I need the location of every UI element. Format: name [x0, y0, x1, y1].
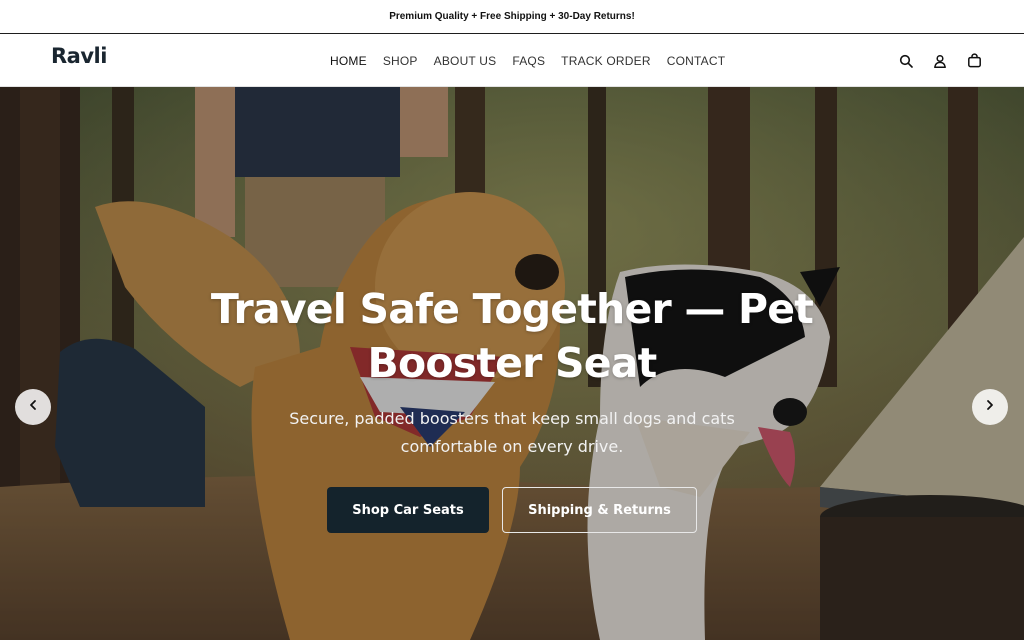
logo[interactable]: Ravli	[51, 44, 107, 68]
nav-track-order[interactable]: TRACK ORDER	[561, 54, 651, 68]
nav-faqs[interactable]: FAQS	[512, 54, 545, 68]
carousel-next-button[interactable]	[972, 389, 1008, 425]
header-icons	[896, 34, 984, 87]
hero-content: Travel Safe Together — Pet Booster Seat …	[0, 87, 1024, 640]
hero-title: Travel Safe Together — Pet Booster Seat	[210, 285, 814, 387]
main-nav: HOME SHOP ABOUT US FAQS TRACK ORDER CONT…	[330, 34, 741, 87]
hero-banner: Travel Safe Together — Pet Booster Seat …	[0, 87, 1024, 640]
search-icon[interactable]	[896, 51, 916, 71]
nav-home[interactable]: HOME	[330, 54, 367, 68]
nav-about-us[interactable]: ABOUT US	[434, 54, 497, 68]
nav-contact[interactable]: CONTACT	[667, 54, 726, 68]
shop-car-seats-button[interactable]: Shop Car Seats	[327, 487, 489, 533]
shipping-returns-button[interactable]: Shipping & Returns	[502, 487, 697, 533]
cart-icon[interactable]	[964, 51, 984, 71]
nav-shop[interactable]: SHOP	[383, 54, 418, 68]
carousel-prev-button[interactable]	[15, 389, 51, 425]
site-header: Ravli HOME SHOP ABOUT US FAQS TRACK ORDE…	[0, 34, 1024, 87]
account-icon[interactable]	[930, 51, 950, 71]
announcement-text: Premium Quality + Free Shipping + 30-Day…	[389, 11, 635, 22]
hero-subtitle: Secure, padded boosters that keep small …	[289, 409, 735, 456]
announcement-bar: Premium Quality + Free Shipping + 30-Day…	[0, 0, 1024, 34]
chevron-left-icon	[27, 398, 39, 416]
chevron-right-icon	[984, 398, 996, 416]
